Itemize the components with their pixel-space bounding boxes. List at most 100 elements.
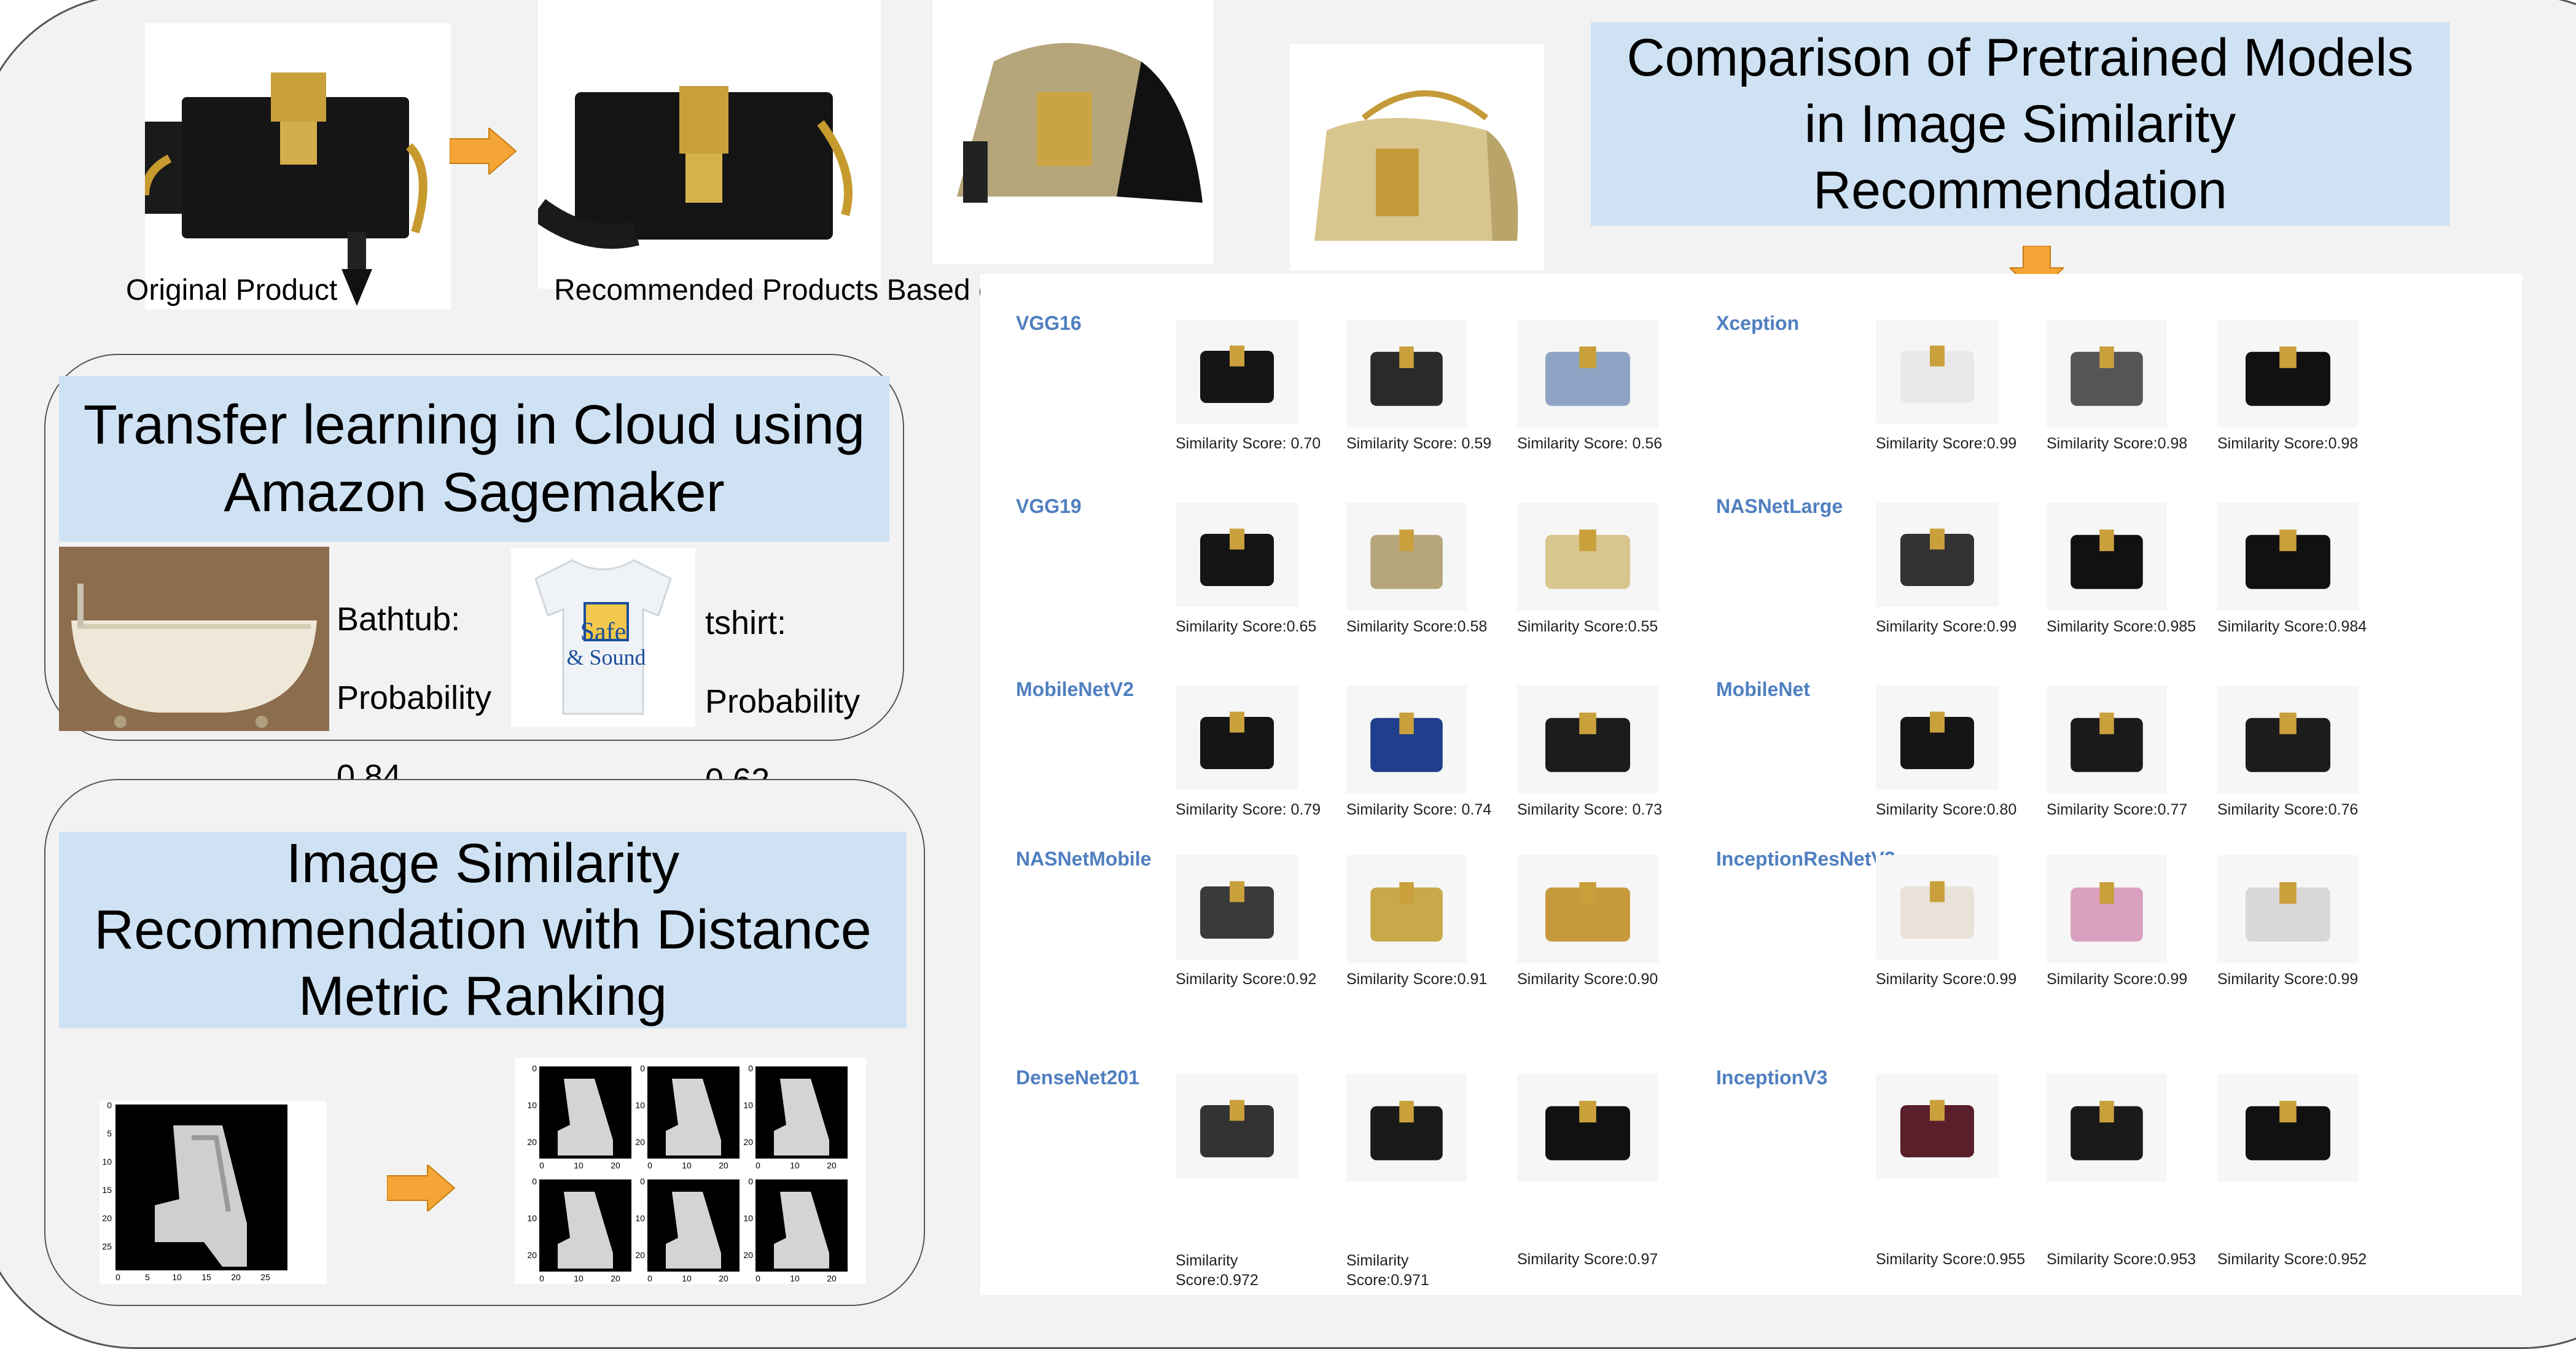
similarity-title-line2: Recommendation with Distance (94, 899, 872, 961)
similarity-score: Similarity Score: 0.70 (1176, 435, 1321, 452)
product-thumbnail (2047, 855, 2167, 963)
model-label: Xception (1716, 312, 1800, 334)
product-thumbnail (2217, 319, 2359, 428)
similarity-score: Similarity Score:0.99 (1876, 971, 2017, 988)
similarity-score: Similarity Score:0.971 (1346, 1252, 1429, 1289)
grid-y-tick: 10 (743, 1213, 753, 1223)
bathtub-image (59, 547, 329, 731)
model-label: VGG16 (1016, 312, 1082, 334)
product-thumbnail (1876, 319, 1999, 424)
product-thumbnail (1346, 855, 1467, 963)
similarity-score: Similarity Score:0.80 (1876, 801, 2017, 818)
similarity-score: Similarity Score: 0.56 (1517, 435, 1663, 452)
product-thumbnail (2047, 686, 2167, 794)
boot-subplot: 0 10 20 0 10 20 (527, 1176, 631, 1283)
grid-y-tick: 20 (743, 1250, 753, 1260)
product-thumbnail (1176, 686, 1298, 790)
product-thumbnail (1176, 502, 1298, 607)
model-label: InceptionResNetV2 (1716, 848, 1895, 870)
product-thumbnail (1176, 319, 1298, 424)
grid-x-tick: 10 (682, 1160, 692, 1170)
similarity-score: Similarity Score:0.99 (1876, 618, 2017, 635)
grid-y-tick: 10 (635, 1100, 645, 1110)
similarity-score: Similarity Score:0.98 (2217, 435, 2359, 452)
similarity-score: Similarity Score:0.955 (1876, 1251, 2026, 1268)
grid-y-tick: 10 (743, 1100, 753, 1110)
similarity-score: Similarity Score:0.76 (2217, 801, 2359, 818)
grid-y-tick: 10 (635, 1213, 645, 1223)
product-thumbnail (1346, 319, 1467, 428)
model-label: InceptionV3 (1716, 1066, 1828, 1089)
grid-x-tick: 20 (611, 1160, 620, 1170)
similarity-score: Similarity Score:0.91 (1346, 971, 1488, 988)
x-tick: 0 (115, 1272, 120, 1282)
y-tick: 20 (102, 1213, 112, 1223)
product-thumbnail (1346, 686, 1467, 794)
similarity-score: Similarity Score:0.952 (2217, 1251, 2367, 1268)
similarity-score: Similarity Score:0.58 (1346, 618, 1488, 635)
product-thumbnail (2217, 1074, 2359, 1182)
grid-x-tick: 0 (539, 1273, 544, 1283)
product-thumbnail (1517, 686, 1658, 794)
tshirt-print-line2: & Sound (566, 645, 646, 670)
query-y-ticks: 0 5 10 15 20 25 (102, 1100, 112, 1251)
grid-y-tick: 0 (640, 1063, 645, 1073)
similarity-title-line1: Image Similarity (286, 833, 680, 894)
grid-x-tick: 20 (719, 1160, 728, 1170)
grid-y-tick: 10 (527, 1100, 537, 1110)
image-similarity-title-box: Image Similarity Recommendation with Dis… (59, 832, 907, 1028)
boot-subplot: 0 10 20 0 10 20 (743, 1063, 848, 1170)
grid-y-tick: 0 (640, 1176, 645, 1186)
similarity-score: Similarity Score: 0.59 (1346, 435, 1492, 452)
product-thumbnail (2047, 319, 2167, 428)
y-tick: 25 (102, 1241, 112, 1251)
grid-x-tick: 20 (719, 1273, 728, 1283)
recommended-bag-3 (1290, 44, 1544, 270)
product-thumbnail (2047, 502, 2167, 611)
arrow-right-icon (386, 1163, 456, 1214)
tshirt-prob-label: Probability (705, 683, 861, 720)
similarity-score: Similarity Score:0.972 (1176, 1252, 1259, 1289)
similarity-score: Similarity Score:0.97 (1517, 1251, 1658, 1268)
x-tick: 10 (172, 1272, 182, 1282)
original-bag-image (141, 23, 451, 310)
similarity-score: Similarity Score: 0.74 (1346, 801, 1492, 818)
grid-y-tick: 0 (748, 1063, 753, 1073)
boot-subplot: 0 10 20 0 10 20 (743, 1176, 848, 1283)
similarity-score: Similarity Score:0.65 (1176, 618, 1317, 635)
grid-x-tick: 0 (539, 1160, 544, 1170)
recommended-bag-1 (531, 0, 881, 289)
grid-x-tick: 20 (827, 1160, 837, 1170)
similarity-title-line3: Metric Ranking (298, 966, 668, 1027)
model-label: MobileNet (1716, 678, 1810, 700)
tshirt-label: tshirt: (705, 604, 787, 641)
arrow-right-icon (449, 126, 517, 178)
x-tick: 20 (231, 1272, 241, 1282)
product-thumbnail (1517, 502, 1658, 611)
product-thumbnail (1876, 1074, 1999, 1178)
boot-subplot: 0 10 20 0 10 20 (635, 1176, 740, 1283)
bathtub-prob-label: Probability (337, 679, 492, 716)
recommended-boots-grid: 0 10 20 0 10 20 0 10 20 0 10 20 0 10 20 0 10 20 0 10 20 0 10 20… (515, 1058, 866, 1284)
grid-y-tick: 0 (748, 1176, 753, 1186)
boot-subplot: 0 10 20 0 10 20 (635, 1063, 740, 1170)
recommended-bag-2 (932, 0, 1214, 264)
product-thumbnail (1346, 1074, 1467, 1182)
grid-x-tick: 10 (574, 1160, 584, 1170)
product-thumbnail (1876, 502, 1999, 607)
similarity-score: Similarity Score:0.77 (2047, 801, 2188, 818)
similarity-score: Similarity Score:0.99 (2047, 971, 2188, 988)
grid-y-tick: 20 (635, 1137, 645, 1147)
bathtub-label: Bathtub: (337, 601, 461, 638)
similarity-score: Similarity Score:0.985 (2047, 618, 2196, 635)
grid-x-tick: 0 (755, 1160, 760, 1170)
x-tick: 25 (260, 1272, 270, 1282)
comparison-title-box: Comparison of Pretrained Models in Image… (1591, 22, 2449, 226)
grid-x-tick: 10 (574, 1273, 584, 1283)
grid-x-tick: 0 (647, 1160, 652, 1170)
similarity-score: Similarity Score:0.90 (1517, 971, 1658, 988)
boot-subplot: 0 10 20 0 10 20 (527, 1063, 631, 1170)
transfer-learning-title-box: Transfer learning in Cloud using Amazon … (59, 376, 889, 542)
original-product-caption: Original Product (126, 274, 338, 307)
product-thumbnail (1517, 319, 1658, 428)
